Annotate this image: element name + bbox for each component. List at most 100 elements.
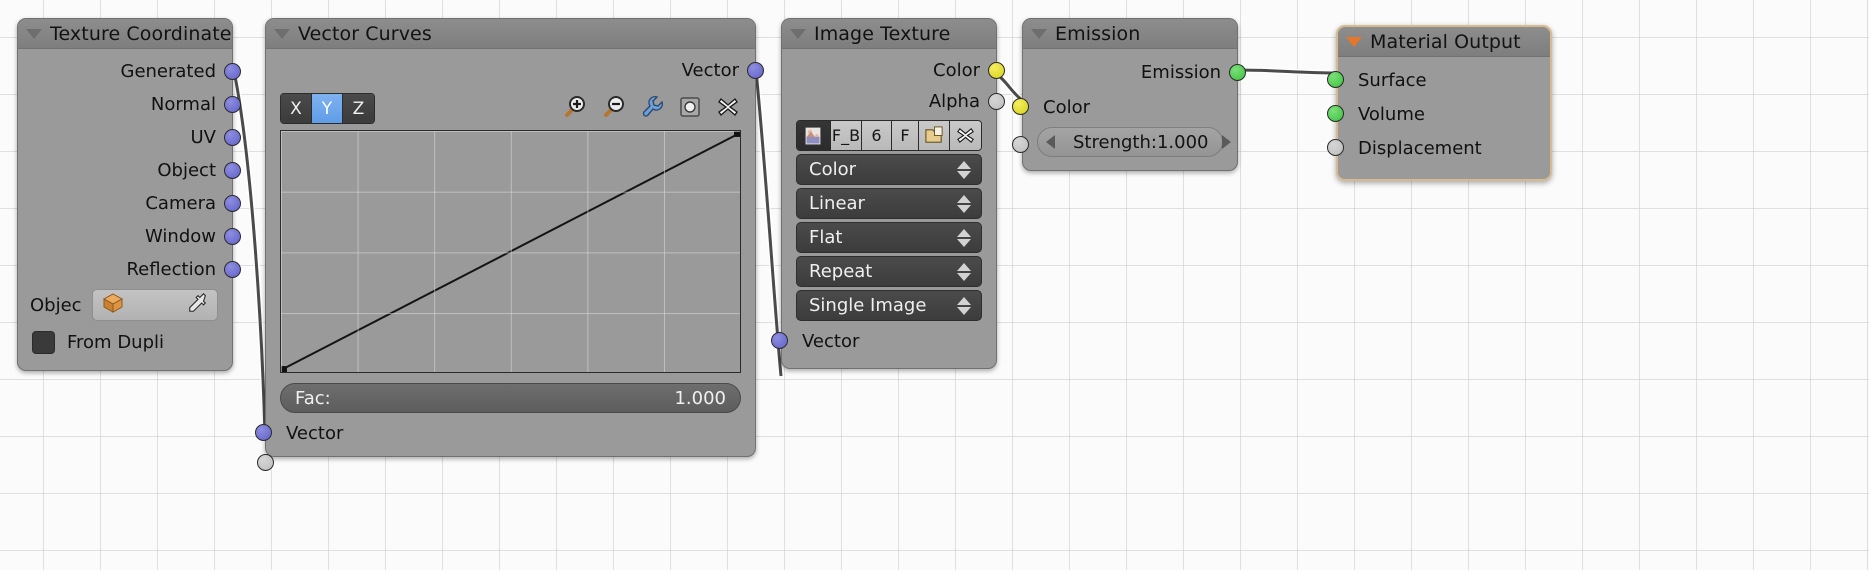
- fac-slider[interactable]: Fac: 1.000: [280, 383, 741, 413]
- socket-normal[interactable]: [224, 96, 241, 113]
- dropdown-interpolation[interactable]: Linear: [796, 188, 982, 219]
- socket-fac-in[interactable]: [257, 454, 274, 471]
- output-socket-row-emission[interactable]: Emission: [1023, 55, 1246, 90]
- node-image-texture[interactable]: Image Texture Color Alpha F_B 6 F Color …: [771, 18, 1005, 369]
- output-socket-row-normal[interactable]: Normal: [18, 88, 241, 121]
- open-folder-icon[interactable]: [919, 121, 950, 150]
- node-title: Material Output: [1370, 30, 1521, 53]
- fake-user-button[interactable]: F: [892, 121, 919, 150]
- socket-color-in[interactable]: [1012, 98, 1029, 115]
- node-header-material-output[interactable]: Material Output: [1338, 27, 1550, 57]
- node-header-vector-curves[interactable]: Vector Curves: [266, 19, 755, 49]
- collapse-triangle-icon[interactable]: [274, 28, 290, 39]
- socket-uv[interactable]: [224, 129, 241, 146]
- input-label-vector: Vector: [802, 330, 860, 352]
- chevron-updown-icon[interactable]: [957, 296, 971, 315]
- input-socket-row-color[interactable]: Color: [1012, 90, 1237, 124]
- from-dupli-checkbox[interactable]: [32, 330, 55, 354]
- socket-volume-in[interactable]: [1327, 105, 1344, 122]
- socket-alpha-out[interactable]: [988, 93, 1005, 110]
- input-socket-row-vector[interactable]: Vector: [255, 416, 755, 450]
- output-label-generated: Generated: [120, 61, 217, 82]
- socket-reflection[interactable]: [224, 261, 241, 278]
- chevron-updown-icon[interactable]: [957, 262, 971, 281]
- dropdown-projection[interactable]: Flat: [796, 222, 982, 253]
- curve-tool-icons[interactable]: [561, 94, 741, 124]
- decrement-arrow-icon[interactable]: [1046, 135, 1055, 149]
- image-datablock-row[interactable]: F_B 6 F: [796, 120, 982, 151]
- chevron-updown-icon[interactable]: [957, 194, 971, 213]
- socket-vector-out[interactable]: [747, 62, 764, 79]
- input-socket-row-displacement[interactable]: Displacement: [1327, 131, 1550, 165]
- node-vector-curves[interactable]: Vector Curves Vector X Y Z Fac: 1.000 Ve…: [255, 18, 764, 471]
- image-icon[interactable]: [797, 121, 831, 150]
- unlink-x-icon[interactable]: [950, 121, 981, 150]
- chevron-updown-icon[interactable]: [957, 228, 971, 247]
- output-socket-row-object[interactable]: Object: [18, 154, 241, 187]
- socket-emission-out[interactable]: [1229, 64, 1246, 81]
- axis-button-z[interactable]: Z: [343, 94, 374, 123]
- output-socket-row-window[interactable]: Window: [18, 220, 241, 253]
- socket-vector-in[interactable]: [255, 424, 272, 441]
- wrench-icon[interactable]: [639, 94, 665, 124]
- node-header-texture-coordinate[interactable]: Texture Coordinate: [18, 19, 232, 49]
- eyedropper-icon[interactable]: [187, 292, 209, 319]
- node-material-output[interactable]: Material Output Surface Volume Displacem…: [1327, 25, 1552, 181]
- image-name-field[interactable]: F_B: [831, 121, 862, 150]
- output-socket-row-vector[interactable]: Vector: [266, 55, 764, 85]
- node-body-vector-curves: Vector X Y Z Fac: 1.000 Vector: [255, 49, 764, 471]
- object-field-row[interactable]: Objec: [18, 286, 232, 324]
- input-socket-row-surface[interactable]: Surface: [1327, 63, 1550, 97]
- input-socket-row-vector[interactable]: Vector: [771, 324, 996, 358]
- socket-vector-in[interactable]: [771, 332, 788, 349]
- socket-object[interactable]: [224, 162, 241, 179]
- node-body-material-output: Surface Volume Displacement: [1327, 57, 1550, 179]
- node-header-image-texture[interactable]: Image Texture: [782, 19, 996, 49]
- increment-arrow-icon[interactable]: [1222, 135, 1232, 149]
- output-label-camera: Camera: [145, 193, 216, 214]
- node-emission[interactable]: Emission Emission Color Strength: 1.000: [1012, 18, 1246, 171]
- output-socket-row-color[interactable]: Color: [782, 55, 1005, 86]
- axis-button-x[interactable]: X: [281, 94, 312, 123]
- node-texture-coordinate[interactable]: Texture Coordinate Generated Normal UV O…: [17, 18, 241, 371]
- axis-button-y[interactable]: Y: [312, 94, 343, 123]
- input-socket-row-volume[interactable]: Volume: [1327, 97, 1550, 131]
- from-dupli-row[interactable]: From Dupli: [18, 324, 232, 360]
- socket-strength-in[interactable]: [1012, 136, 1029, 153]
- curve-widget[interactable]: [280, 130, 741, 373]
- node-editor-canvas[interactable]: Texture Coordinate Generated Normal UV O…: [0, 0, 1869, 570]
- output-socket-row-alpha[interactable]: Alpha: [782, 86, 1005, 117]
- output-socket-row-reflection[interactable]: Reflection: [18, 253, 241, 286]
- socket-camera[interactable]: [224, 195, 241, 212]
- strength-slider[interactable]: Strength: 1.000: [1037, 127, 1232, 157]
- socket-window[interactable]: [224, 228, 241, 245]
- node-header-emission[interactable]: Emission: [1023, 19, 1237, 49]
- dropdown-color-space[interactable]: Color: [796, 154, 982, 185]
- zoom-out-icon[interactable]: [600, 94, 626, 124]
- socket-displacement-in[interactable]: [1327, 139, 1344, 156]
- output-socket-row-generated[interactable]: Generated: [18, 55, 241, 88]
- zoom-in-icon[interactable]: [561, 94, 587, 124]
- output-socket-row-camera[interactable]: Camera: [18, 187, 241, 220]
- delete-icon[interactable]: [715, 94, 741, 124]
- axis-toggle-group[interactable]: X Y Z: [280, 93, 375, 124]
- image-users-count[interactable]: 6: [862, 121, 892, 150]
- object-selector[interactable]: [91, 289, 218, 321]
- output-socket-row-uv[interactable]: UV: [18, 121, 241, 154]
- socket-surface-in[interactable]: [1327, 71, 1344, 88]
- strength-row[interactable]: Strength: 1.000: [1012, 127, 1237, 157]
- curve-toolbar[interactable]: X Y Z: [266, 85, 755, 128]
- clipping-icon[interactable]: [678, 95, 702, 123]
- dropdown-extension[interactable]: Repeat: [796, 256, 982, 287]
- node-body-texture-coordinate: Generated Normal UV Object Camera Window: [18, 49, 241, 370]
- collapse-triangle-icon[interactable]: [1346, 36, 1362, 47]
- dropdown-label-extension: Repeat: [809, 261, 873, 282]
- collapse-triangle-icon[interactable]: [1031, 28, 1047, 39]
- collapse-triangle-icon[interactable]: [790, 28, 806, 39]
- collapse-triangle-icon[interactable]: [26, 28, 42, 39]
- dropdown-source[interactable]: Single Image: [796, 290, 982, 321]
- from-dupli-label: From Dupli: [67, 331, 165, 353]
- socket-generated[interactable]: [224, 63, 241, 80]
- chevron-updown-icon[interactable]: [957, 160, 971, 179]
- socket-color-out[interactable]: [988, 62, 1005, 79]
